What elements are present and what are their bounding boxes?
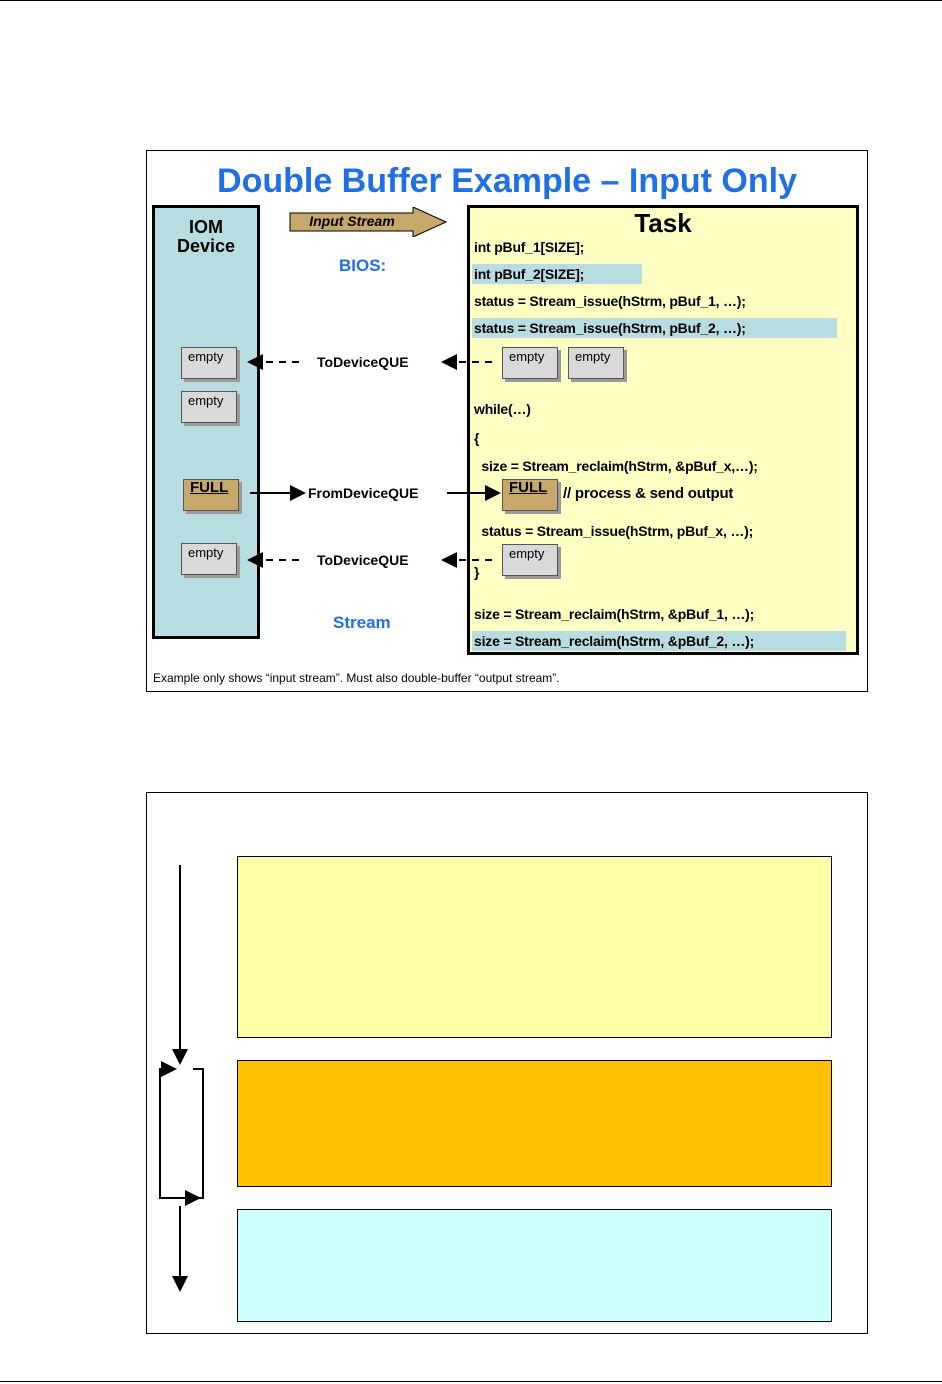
flow-arrows xyxy=(159,865,204,1292)
queue-arrows xyxy=(247,354,501,568)
slide-flow-diagram xyxy=(146,792,868,1334)
flow-loop-arrow xyxy=(159,1068,204,1199)
top-page-rule xyxy=(0,0,942,1)
slide-double-buffer: Double Buffer Example – Input Only IOM D… xyxy=(146,150,868,692)
bottom-page-rule xyxy=(0,1381,942,1382)
slide-footnote: Example only shows “input stream”. Must … xyxy=(153,671,560,685)
